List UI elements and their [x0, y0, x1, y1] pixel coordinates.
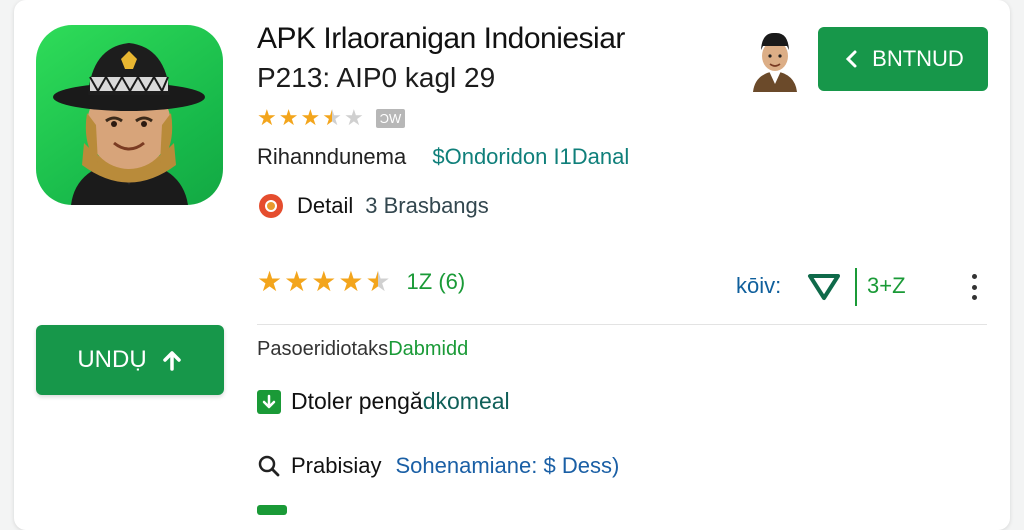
star-icon: ★	[257, 105, 277, 130]
arrow-up-icon	[162, 351, 181, 371]
search-icon	[258, 455, 280, 477]
rating-row: ★ ★ ★ ★ ★ 1Z (6)	[257, 268, 465, 296]
info-line-3-label: Prabisiay	[291, 453, 382, 478]
vertical-divider	[855, 268, 857, 306]
download-button-label: UNDỤ	[77, 346, 147, 373]
horizontal-divider	[257, 324, 987, 325]
developer-row: Rihanndunema $Ondoridon I1Danal	[257, 144, 629, 170]
star-icon: ★	[300, 105, 321, 130]
detail-label: Detail	[297, 193, 354, 218]
star-icon: ★	[338, 266, 364, 297]
download-button[interactable]: UNDỤ	[36, 325, 224, 395]
app-subtitle: P213: AIP0 kagl 29	[257, 62, 496, 93]
info-line-2[interactable]: Dtoler pengă dkomeal	[257, 388, 510, 415]
detail-row[interactable]: Detail 3 Brasbangs	[257, 192, 489, 220]
top-action-label: BNTNUD	[872, 46, 964, 71]
app-icon[interactable]	[36, 25, 223, 205]
star-icon: ★	[343, 105, 364, 130]
star-icon: ★	[278, 105, 299, 130]
info-line-2-value: dkomeal	[422, 388, 510, 414]
info-line-1-label: Pasoeridiotaks	[257, 338, 389, 360]
download-icon	[257, 389, 281, 414]
info-line-1: PasoeridiotaksDabmidd	[257, 338, 468, 361]
star-icon: ★	[311, 266, 337, 297]
more-options-icon[interactable]	[962, 272, 986, 302]
star-icon: ★	[322, 105, 342, 130]
chevron-left-icon	[846, 50, 857, 68]
top-action-button[interactable]: BNTNUD	[818, 27, 988, 91]
star-icon: ★	[365, 266, 391, 297]
rating-badge: ƆW	[375, 108, 406, 128]
star-icon: ★	[257, 266, 283, 297]
shield-icon[interactable]	[807, 272, 841, 302]
info-line-3[interactable]: Prabisiay Sohenamiane: $ Dess)	[257, 453, 619, 479]
kb-label: kōiv:	[736, 273, 782, 298]
profile-avatar[interactable]	[751, 26, 799, 92]
info-line-1-value[interactable]: Dabmidd	[388, 338, 468, 360]
star-icon: ★	[284, 266, 310, 297]
top-rating: ★ ★ ★ ★ ★ ƆW	[257, 105, 406, 130]
app-title: APK Irlaoranigan Indoniesiar	[257, 22, 625, 55]
rating-count: 1Z (6)	[406, 269, 466, 294]
police-avatar-icon	[53, 43, 205, 205]
info-line-2-label: Dtoler pengă	[291, 388, 423, 414]
developer-name[interactable]: Rihanndunema	[257, 144, 406, 169]
app-card: APK Irlaoranigan Indoniesiar P213: AIP0 …	[14, 0, 1010, 530]
secondary-count: 3+Z	[867, 273, 906, 298]
detail-value: 3 Brasbangs	[365, 193, 489, 218]
developer-link[interactable]: $Ondoridon I1Danal	[432, 144, 629, 169]
detail-circle-icon	[259, 194, 283, 218]
info-line-3-value[interactable]: Sohenamiane: $ Dess)	[395, 453, 619, 479]
partial-icon	[257, 505, 287, 515]
